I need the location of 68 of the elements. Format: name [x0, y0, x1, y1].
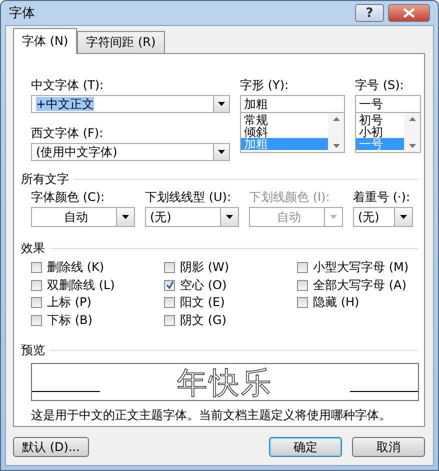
- preview-description: 这是用于中文的正文主题字体。当前文档主题定义将使用哪种字体。: [31, 407, 392, 424]
- font-dropdown[interactable]: (使用中文字体): [31, 143, 230, 161]
- tab[interactable]: 字符间距 (R): [77, 31, 165, 53]
- checkbox-label: 双删除线 (L): [47, 276, 115, 294]
- checkbox[interactable]: [164, 280, 175, 291]
- font-dropdown[interactable]: +中文正文: [31, 95, 230, 113]
- dialog-button[interactable]: 取消: [352, 437, 425, 457]
- checkbox-label: 隐藏 (H): [313, 294, 360, 312]
- dialog-button[interactable]: 默认 (D)...: [13, 437, 89, 457]
- dropdown-arrow-icon: [122, 215, 129, 219]
- scroll-up-icon: [332, 117, 340, 121]
- dropdown-arrow-icon: [400, 215, 407, 219]
- close-icon: [403, 8, 415, 18]
- tab[interactable]: 字体 (N): [13, 28, 78, 54]
- checkbox[interactable]: [164, 297, 175, 308]
- checkbox[interactable]: [164, 314, 175, 326]
- dropdown-arrow-icon: [218, 150, 225, 154]
- scroll-down-icon: [332, 144, 340, 148]
- field-label: 西文字体 (F):: [31, 126, 104, 141]
- dropdown[interactable]: (无): [145, 207, 239, 227]
- list-box[interactable]: 初号 小初 一号: [355, 113, 421, 153]
- checkbox-label: 阴文 (G): [180, 312, 226, 329]
- checkbox-label: 阴影 (W): [180, 259, 230, 276]
- checkbox[interactable]: [297, 280, 308, 291]
- checkbox-label: 全部大写字母 (A): [313, 276, 406, 294]
- close-button[interactable]: [388, 4, 430, 22]
- checkmark-icon: [166, 281, 174, 290]
- text-field[interactable]: 一号: [355, 95, 421, 113]
- field-label: 中文字体 (T):: [31, 78, 105, 93]
- field-label: 字体颜色 (C):: [31, 190, 106, 205]
- field-label: 字号 (S):: [355, 78, 405, 93]
- field-label: 着重号 (·):: [353, 190, 412, 205]
- field-label: 下划线线型 (U):: [145, 190, 232, 205]
- checkbox-label: 阳文 (E): [180, 294, 225, 312]
- checkbox[interactable]: [31, 262, 42, 274]
- dialog-button[interactable]: 确定: [269, 437, 342, 457]
- checkbox[interactable]: [31, 297, 42, 308]
- section-heading: 所有文字: [21, 170, 69, 188]
- list-item[interactable]: 常规: [241, 114, 328, 126]
- dropdown-arrow-icon: [330, 215, 337, 219]
- checkbox[interactable]: [164, 262, 175, 274]
- checkbox[interactable]: [31, 280, 42, 291]
- list-item[interactable]: 初号: [356, 114, 404, 126]
- dropdown[interactable]: 自动: [31, 207, 135, 227]
- dropdown-arrow-icon: [218, 102, 225, 106]
- text-field[interactable]: 加粗: [240, 95, 345, 113]
- list-item[interactable]: 倾斜: [241, 126, 328, 138]
- checkbox-label: 上标 (P): [47, 294, 92, 312]
- list-box[interactable]: 常规 倾斜 加粗: [240, 113, 345, 153]
- checkbox-label: 小型大写字母 (M): [313, 259, 409, 276]
- checkbox[interactable]: [31, 314, 42, 326]
- checkbox-label: 下标 (B): [47, 312, 92, 329]
- section-heading: 效果: [21, 240, 45, 256]
- window-title: 字体: [9, 5, 36, 22]
- dropdown[interactable]: (无): [353, 207, 413, 227]
- preview-sample: 年快乐: [176, 368, 274, 400]
- field-label: 字形 (Y):: [240, 78, 290, 93]
- list-item[interactable]: 小初: [356, 126, 404, 138]
- checkbox[interactable]: [297, 297, 308, 308]
- checkbox[interactable]: [297, 262, 308, 274]
- checkbox-label: 删除线 (K): [47, 259, 104, 276]
- scroll-up-icon: [408, 117, 416, 121]
- scroll-down-icon: [408, 144, 416, 148]
- dropdown-arrow-icon: [226, 215, 233, 219]
- section-heading: 预览: [21, 342, 45, 358]
- field-label: 下划线颜色 (I):: [249, 190, 331, 205]
- checkbox-label: 空心 (O): [180, 276, 227, 294]
- help-button[interactable]: ?: [355, 4, 384, 22]
